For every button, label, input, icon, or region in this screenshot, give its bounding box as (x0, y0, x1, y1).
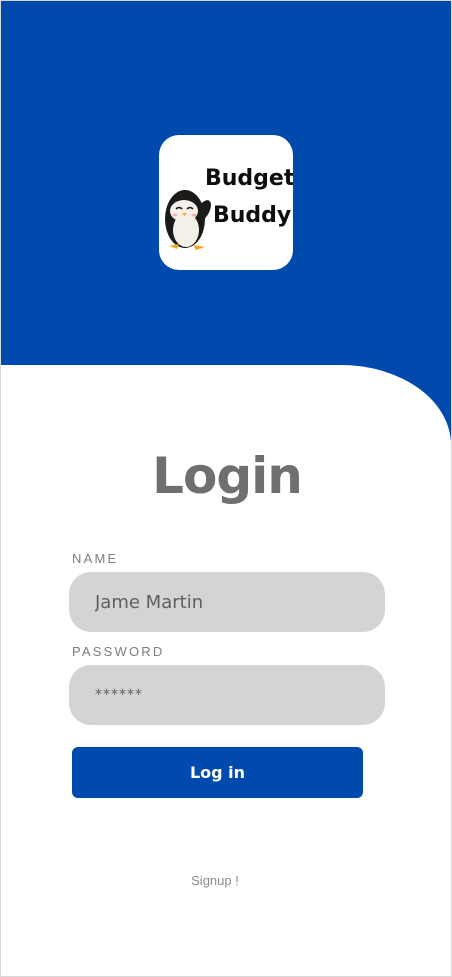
logo-wordmark-line2: Buddy (213, 203, 291, 228)
login-button[interactable]: Log in (72, 747, 363, 798)
login-screen: Budget Buddy Login NAME PASSWORD Log in … (0, 0, 452, 977)
name-input[interactable] (69, 572, 385, 632)
name-label: NAME (72, 551, 119, 566)
page-title: Login (152, 447, 303, 505)
app-logo: Budget Buddy (159, 135, 293, 270)
penguin-icon: Budget Buddy (165, 166, 293, 250)
password-input[interactable] (69, 665, 385, 725)
password-label: PASSWORD (72, 644, 165, 659)
logo-wordmark-line1: Budget (205, 166, 293, 191)
signup-link[interactable]: Signup ! (1, 873, 429, 888)
